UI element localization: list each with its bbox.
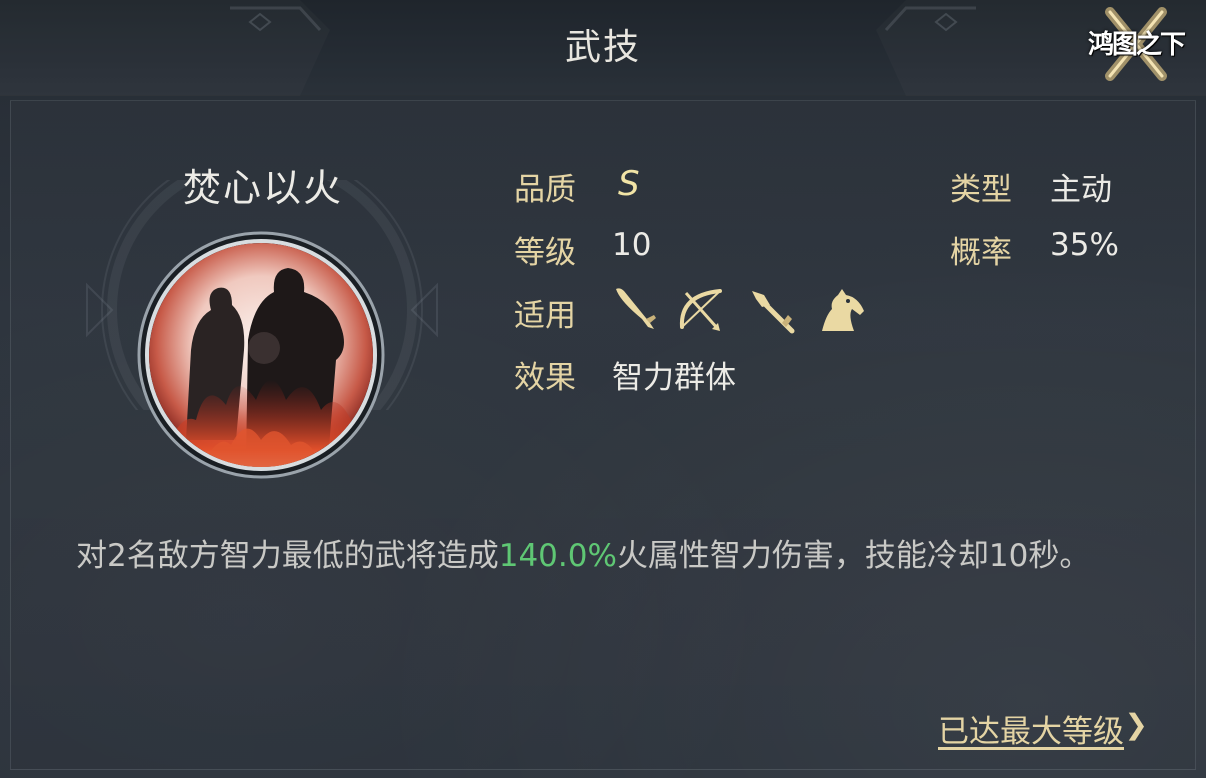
applicable-label: 适用	[514, 298, 576, 334]
logo-wordmark: 鸿图之下	[1087, 30, 1186, 60]
effect-label: 效果	[514, 360, 576, 396]
max-level-link[interactable]: 已达最大等级	[938, 706, 1146, 751]
level-label: 等级	[514, 235, 576, 271]
type-label: 类型	[950, 172, 1012, 208]
skill-detail-screen: 武技 鸿图之下 焚心以火 品质 S 等级 10 适用 效果 智力群体 类型 主动…	[0, 0, 1206, 778]
game-logo: 鸿图之下	[1080, 4, 1192, 84]
quality-label: 品质	[514, 172, 576, 208]
chance-label: 概率	[950, 235, 1012, 271]
max-level-label: 已达最大等级	[938, 714, 1124, 750]
page-title: 武技	[564, 27, 641, 68]
bow-icon	[679, 289, 722, 331]
chance-value: 35%	[1050, 227, 1119, 263]
skill-description: 对2名敌方智力最低的武将造成140.0%火属性智力伤害，技能冷却10秒。	[76, 530, 1156, 582]
horse-icon	[822, 289, 864, 331]
saber-icon	[616, 288, 656, 329]
spear-icon	[752, 291, 795, 334]
quality-value: S	[618, 164, 640, 204]
damage-percentage: 140.0%	[498, 538, 617, 574]
type-value: 主动	[1050, 172, 1112, 208]
header-bar: 武技 鸿图之下	[0, 0, 1206, 96]
level-value: 10	[612, 227, 652, 263]
skill-name: 焚心以火	[182, 166, 343, 210]
effect-value: 智力群体	[612, 360, 736, 396]
chevron-right-icon: ❯	[1124, 708, 1148, 741]
fire-warriors-icon	[137, 231, 385, 479]
description-prefix: 对2名敌方智力最低的武将造成	[76, 538, 499, 574]
description-suffix: 火属性智力伤害，技能冷却10秒。	[616, 538, 1091, 574]
